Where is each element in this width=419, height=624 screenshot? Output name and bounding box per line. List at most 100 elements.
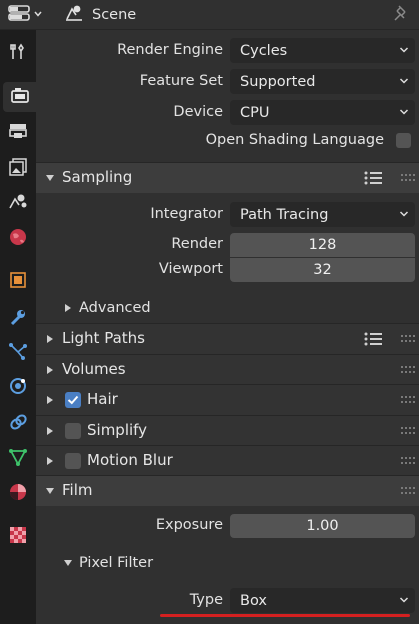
volumes-title: Volumes (62, 360, 126, 378)
sampling-panel-header[interactable]: Sampling (36, 163, 419, 193)
chevron-down-icon (399, 597, 409, 603)
properties-content: Render Engine Cycles Feature Set Support… (36, 30, 419, 624)
pin-icon (393, 4, 409, 26)
volumes-panel-header[interactable]: Volumes (36, 355, 419, 385)
device-row: Device CPU (36, 100, 419, 125)
triangle-right-icon (47, 427, 53, 435)
triangle-down-icon (46, 175, 54, 181)
modifier-tab[interactable] (3, 304, 33, 334)
motion-blur-checkbox[interactable] (65, 453, 81, 469)
film-title: Film (62, 481, 93, 499)
camera-back-icon (10, 86, 30, 108)
osl-checkbox[interactable] (396, 133, 411, 148)
light-paths-title: Light Paths (62, 329, 145, 347)
scene-tab[interactable] (3, 188, 33, 218)
pin-button[interactable] (391, 4, 411, 26)
texture-tab[interactable] (3, 522, 33, 552)
triangle-right-icon (65, 304, 71, 312)
particles-icon (8, 341, 28, 365)
render-engine-value: Cycles (240, 42, 288, 59)
feature-set-label: Feature Set (139, 73, 223, 89)
feature-set-value: Supported (240, 73, 316, 90)
hair-checkbox[interactable] (65, 392, 81, 408)
constraint-icon (8, 412, 28, 436)
simplify-checkbox[interactable] (65, 423, 81, 439)
sampling-title: Sampling (62, 168, 133, 186)
triangle-right-icon (47, 457, 53, 465)
particles-tab[interactable] (3, 338, 33, 368)
viewport-samples-field[interactable]: 32 (230, 258, 415, 282)
drag-grip-icon[interactable] (401, 487, 415, 495)
render-tab[interactable] (3, 82, 36, 112)
hair-title: Hair (87, 390, 118, 408)
object-icon (8, 270, 28, 294)
context-title: Scene (92, 7, 137, 23)
advanced-subpanel-header[interactable]: Advanced (36, 293, 419, 323)
drag-grip-icon[interactable] (401, 174, 415, 182)
osl-label: Open Shading Language (205, 132, 384, 148)
physics-tab[interactable] (3, 373, 33, 403)
material-tab[interactable] (3, 479, 33, 509)
device-dropdown[interactable]: CPU (230, 100, 415, 125)
chevron-down-icon (399, 78, 409, 84)
integrator-label: Integrator (150, 206, 223, 222)
drag-grip-icon[interactable] (401, 335, 415, 343)
exposure-label: Exposure (155, 517, 223, 533)
filter-type-value: Box (240, 592, 267, 609)
filter-type-label: Type (189, 592, 223, 608)
physics-icon (8, 376, 28, 400)
drag-grip-icon[interactable] (401, 427, 415, 435)
exposure-value: 1.00 (306, 518, 339, 534)
device-value: CPU (240, 104, 270, 121)
pixel-filter-subpanel-header[interactable]: Pixel Filter (36, 548, 419, 578)
filter-type-dropdown[interactable]: Box (230, 588, 415, 613)
presets-list-icon[interactable] (364, 331, 382, 347)
checkmark-icon (67, 395, 79, 405)
motion-blur-title: Motion Blur (87, 451, 173, 469)
exposure-row: Exposure 1.00 (36, 514, 419, 538)
world-tab[interactable] (3, 224, 33, 254)
render-engine-dropdown[interactable]: Cycles (230, 38, 415, 63)
integrator-row: Integrator Path Tracing (36, 202, 419, 227)
drag-grip-icon[interactable] (401, 396, 415, 404)
simplify-panel-header[interactable]: Simplify (36, 416, 419, 446)
properties-tab-bar (0, 30, 36, 624)
exposure-field[interactable]: 1.00 (230, 514, 415, 538)
texture-checker-icon (8, 525, 28, 549)
data-tab[interactable] (3, 444, 33, 474)
highlight-underline (160, 614, 410, 617)
hair-panel-header[interactable]: Hair (36, 385, 419, 415)
presets-list-icon[interactable] (364, 170, 382, 186)
tool-icon (8, 42, 28, 66)
integrator-dropdown[interactable]: Path Tracing (230, 202, 415, 227)
render-samples-label: Render (171, 236, 223, 252)
triangle-down-icon (64, 560, 72, 566)
world-icon (8, 227, 28, 251)
render-samples-field[interactable]: 128 (230, 233, 415, 257)
tool-tab[interactable] (3, 39, 33, 69)
device-label: Device (173, 104, 223, 120)
constraints-tab[interactable] (3, 409, 33, 439)
drag-grip-icon[interactable] (401, 457, 415, 465)
feature-set-dropdown[interactable]: Supported (230, 69, 415, 94)
images-icon (8, 157, 28, 181)
film-panel-header[interactable]: Film (36, 476, 419, 506)
editor-type-button[interactable] (2, 3, 48, 27)
drag-grip-icon[interactable] (401, 366, 415, 374)
pixel-filter-label: Pixel Filter (79, 555, 154, 571)
chevron-down-icon (399, 109, 409, 115)
feature-set-row: Feature Set Supported (36, 69, 419, 94)
output-tab[interactable] (3, 118, 33, 148)
view-layer-tab[interactable] (3, 154, 33, 184)
object-tab[interactable] (3, 267, 33, 297)
viewport-samples-value: 32 (313, 262, 332, 278)
printer-icon (8, 122, 28, 144)
context-breadcrumb: Scene (64, 0, 136, 30)
chevron-down-icon (399, 47, 409, 53)
motion-blur-panel-header[interactable]: Motion Blur (36, 446, 419, 476)
light-paths-panel-header[interactable]: Light Paths (36, 324, 419, 354)
integrator-value: Path Tracing (240, 206, 329, 223)
triangle-right-icon (47, 335, 53, 343)
scene-icon (8, 191, 28, 215)
render-samples-value: 128 (308, 237, 337, 253)
